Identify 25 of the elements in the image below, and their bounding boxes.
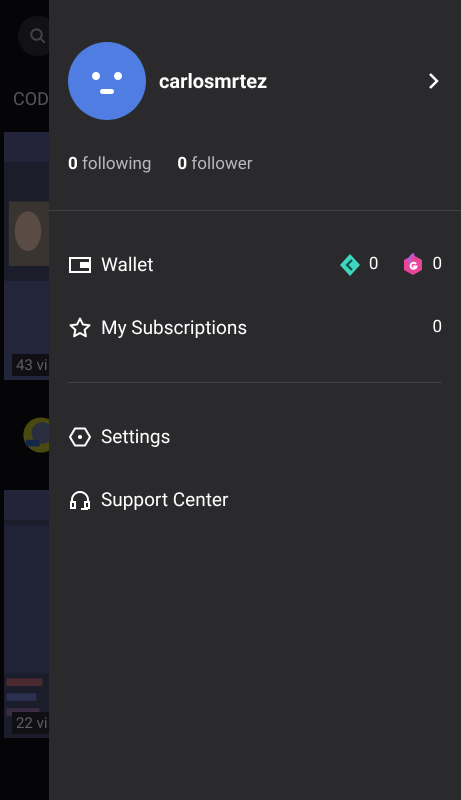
subscription-count: 0 [432, 316, 442, 340]
menu-item[interactable]: My Subscriptions 0 [49, 304, 461, 352]
menu-label: My Subscriptions [101, 314, 248, 341]
balance-amount: 0 [368, 253, 378, 276]
menu-label: Wallet [101, 252, 154, 278]
view-count: 43 vi [12, 354, 49, 376]
profile-header[interactable]: carlosmrtez [49, 0, 461, 120]
star-icon [68, 316, 92, 340]
coin-icon [402, 253, 424, 277]
menu-item[interactable]: Wallet 0 0 [49, 241, 461, 289]
headset-icon [68, 488, 92, 512]
profile-stat[interactable]: 0 follower [177, 152, 253, 178]
menu-label: Settings [101, 424, 170, 450]
chevron-right-icon [427, 71, 441, 91]
username: carlosmrtez [159, 68, 268, 95]
search-icon [29, 27, 47, 45]
menu-item[interactable]: Settings [49, 413, 461, 461]
menu-item[interactable]: Support Center [49, 476, 461, 524]
diamond-icon [338, 253, 361, 277]
menu-label: Support Center [101, 486, 228, 513]
profile-stat[interactable]: 0 following [68, 152, 152, 178]
view-count: 22 vi [12, 712, 49, 734]
settings-icon [68, 425, 92, 449]
search-button[interactable] [18, 16, 49, 56]
balance-amount: 0 [432, 253, 442, 276]
